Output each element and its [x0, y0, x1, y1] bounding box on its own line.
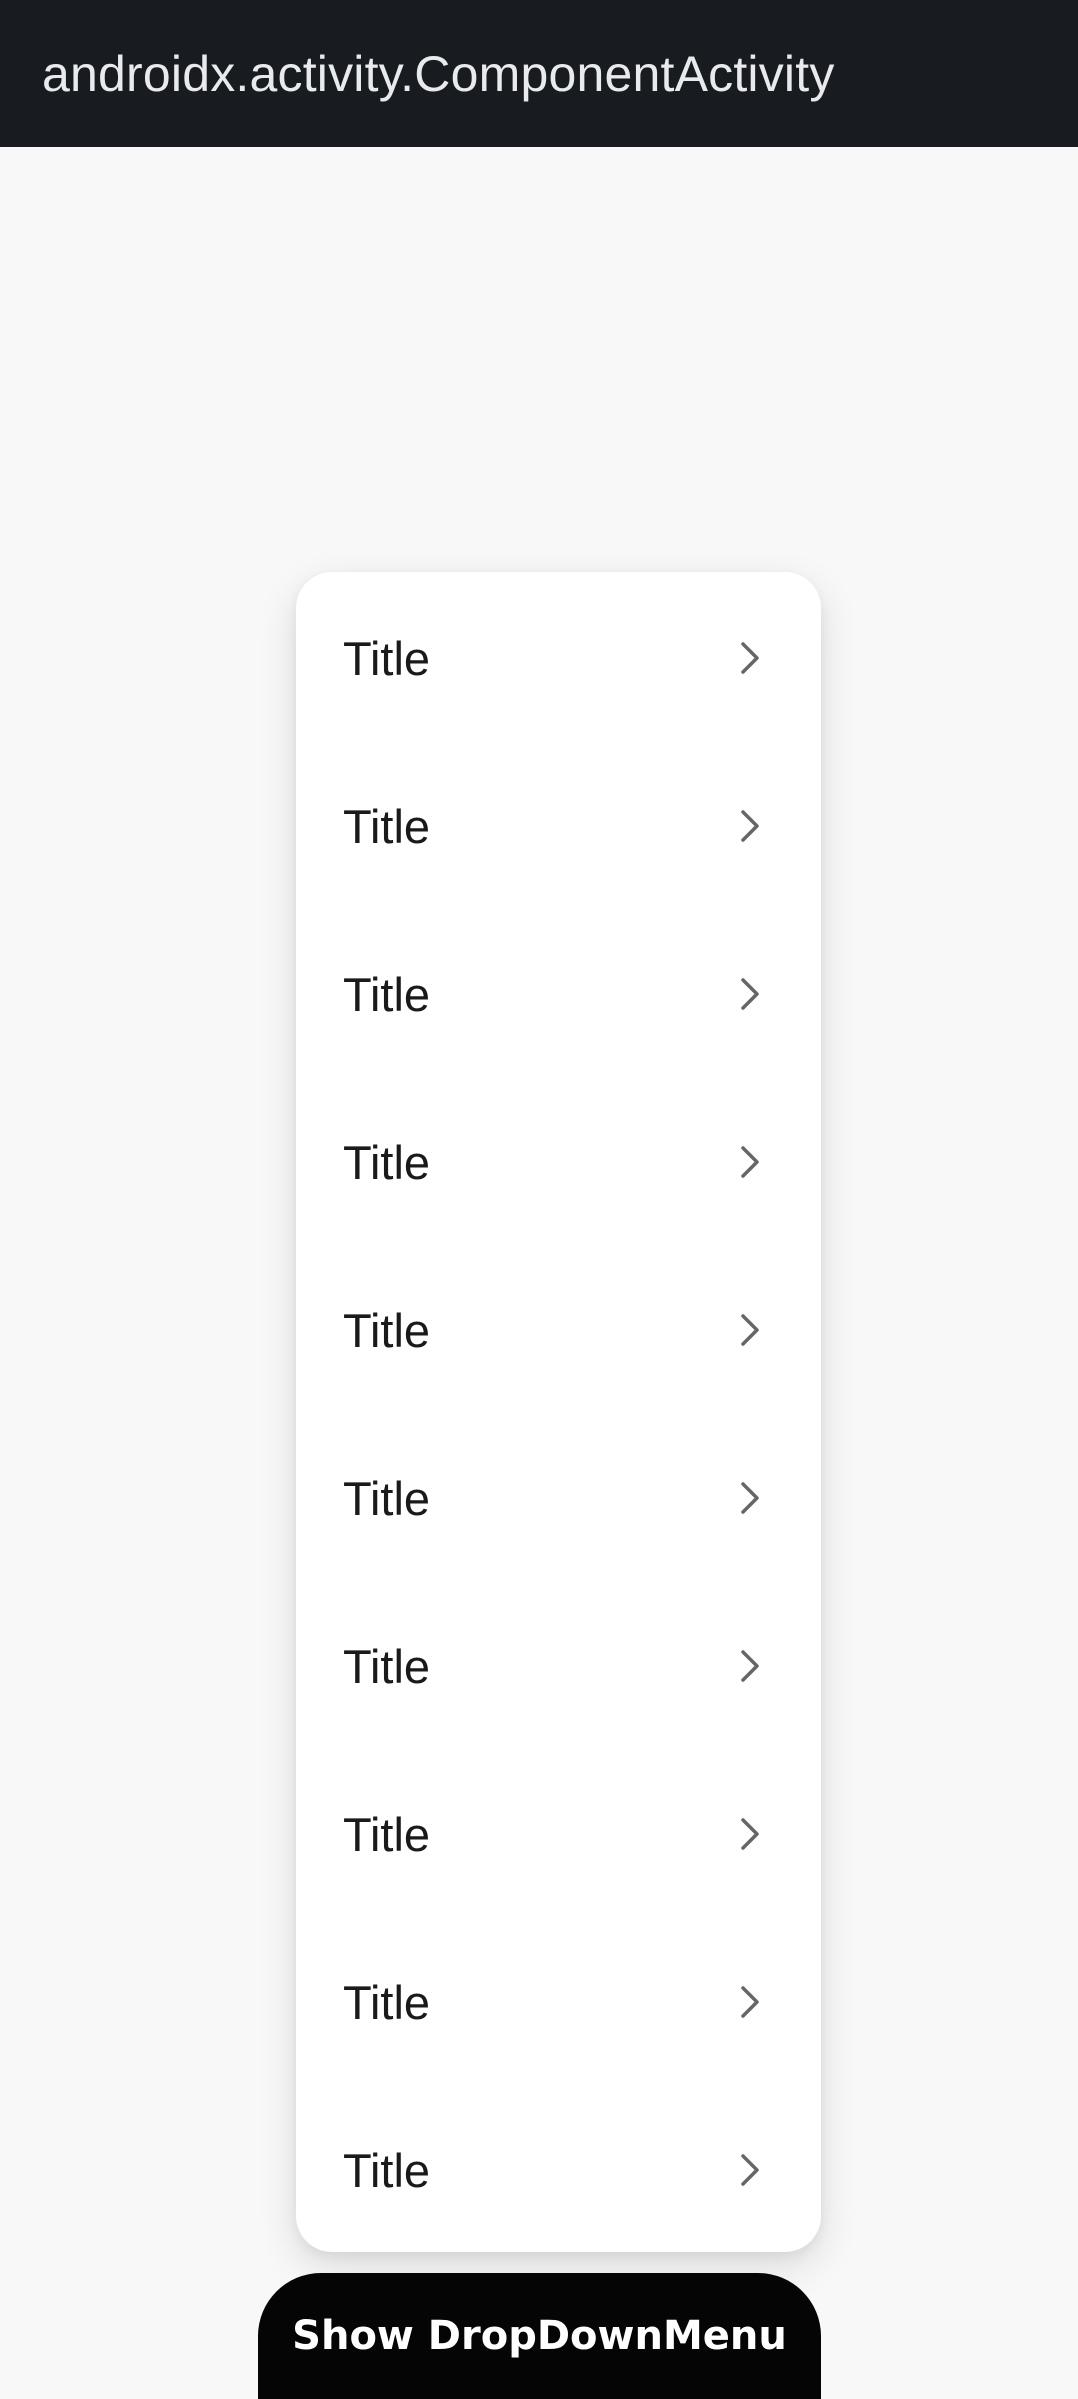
menu-item-label: Title [343, 1975, 431, 2029]
app-title: androidx.activity.ComponentActivity [42, 45, 835, 102]
menu-item-6[interactable]: Title [296, 1414, 821, 1582]
menu-item-7[interactable]: Title [296, 1582, 821, 1750]
menu-item-label: Title [343, 1807, 431, 1861]
menu-item-9[interactable]: Title [296, 1918, 821, 2086]
chevron-right-icon [737, 808, 763, 844]
menu-item-label: Title [343, 1639, 431, 1693]
menu-item-label: Title [343, 967, 431, 1021]
chevron-right-icon [737, 1648, 763, 1684]
menu-item-label: Title [343, 2143, 431, 2197]
chevron-right-icon [737, 640, 763, 676]
menu-item-label: Title [343, 1471, 431, 1525]
chevron-right-icon [737, 976, 763, 1012]
menu-item-5[interactable]: Title [296, 1246, 821, 1414]
menu-item-label: Title [343, 1303, 431, 1357]
show-dropdown-menu-button[interactable]: Show DropDownMenu [258, 2273, 821, 2399]
chevron-right-icon [737, 1816, 763, 1852]
menu-item-10[interactable]: Title [296, 2086, 821, 2254]
chevron-right-icon [737, 2152, 763, 2188]
menu-item-4[interactable]: Title [296, 1078, 821, 1246]
app-bar: androidx.activity.ComponentActivity [0, 0, 1078, 147]
chevron-right-icon [737, 1480, 763, 1516]
menu-item-1[interactable]: Title [296, 574, 821, 742]
chevron-right-icon [737, 1312, 763, 1348]
menu-item-8[interactable]: Title [296, 1750, 821, 1918]
chevron-right-icon [737, 1984, 763, 2020]
chevron-right-icon [737, 1144, 763, 1180]
menu-item-3[interactable]: Title [296, 910, 821, 1078]
menu-item-label: Title [343, 1135, 431, 1189]
menu-item-2[interactable]: Title [296, 742, 821, 910]
dropdown-menu: Title Title Title Title Title Title Titl… [296, 572, 821, 2252]
menu-item-label: Title [343, 631, 431, 685]
menu-item-label: Title [343, 799, 431, 853]
